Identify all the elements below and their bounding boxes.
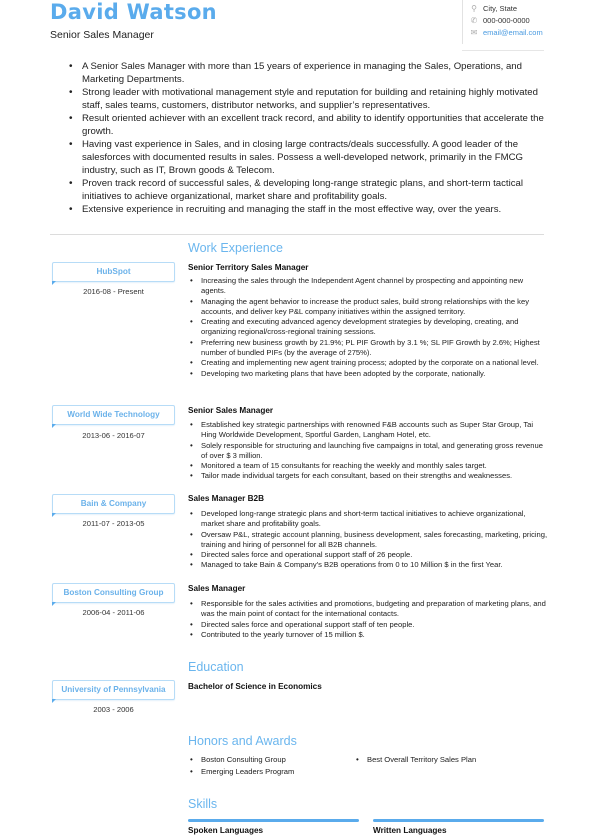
contact-email[interactable]: ✉ email@email.com	[469, 28, 543, 37]
honors-heading: Honors and Awards	[188, 734, 297, 748]
phone-icon: ✆	[470, 16, 478, 25]
header-divider	[462, 50, 544, 51]
awards-list-right: Best Overall Territory Sales Plan	[354, 754, 476, 766]
summary-list: A Senior Sales Manager with more than 15…	[66, 60, 546, 216]
summary-item: Strong leader with motivational manageme…	[66, 86, 546, 112]
job-bullet: Preferring new business growth by 21.9%;…	[188, 338, 548, 359]
job-bullets: Developed long-range strategic plans and…	[188, 509, 548, 571]
job-dates: 2013-06 - 2016-07	[82, 431, 145, 440]
job-bullet: Oversaw P&L, strategic account planning,…	[188, 530, 548, 551]
contact-block: ⚲ City, State ✆ 000-000-0000 ✉ email@ema…	[462, 0, 594, 44]
phone-text: 000-000-0000	[483, 16, 530, 25]
award-item: Best Overall Territory Sales Plan	[354, 754, 476, 766]
company-badge: World Wide Technology	[52, 405, 175, 428]
job-bullets: Responsible for the sales activities and…	[188, 599, 548, 640]
job-bullet: Contributed to the yearly turnover of 15…	[188, 630, 548, 641]
contact-phone: ✆ 000-000-0000	[469, 16, 530, 25]
job-bullet: Tailor made individual targets for each …	[188, 471, 548, 482]
job-bullet: Increasing the sales through the Indepen…	[188, 276, 548, 297]
education-dates: 2003 - 2006	[93, 705, 134, 714]
summary-item: Having vast experience in Sales, and in …	[66, 138, 546, 177]
summary-item: A Senior Sales Manager with more than 15…	[66, 60, 546, 86]
job-bullet: Managing the agent behavior to increase …	[188, 297, 548, 318]
job-bullet: Directed sales force and operational sup…	[188, 620, 548, 631]
award-item: Boston Consulting Group	[188, 754, 294, 766]
skill-group-spoken: Spoken Languages	[188, 826, 264, 835]
job-dates: 2016-08 - Present	[83, 287, 144, 296]
company-badge: HubSpot	[52, 262, 175, 285]
skill-bar-spoken	[188, 819, 359, 822]
job-bullets: Increasing the sales through the Indepen…	[188, 276, 548, 379]
job-role: Sales Manager B2B	[188, 494, 264, 503]
award-item: Emerging Leaders Program	[188, 766, 294, 778]
job-role: Sales Manager	[188, 584, 246, 593]
job-bullet: Directed sales force and operational sup…	[188, 550, 548, 561]
skill-bar-written	[373, 819, 544, 822]
job-bullet: Solely responsible for structuring and l…	[188, 441, 548, 462]
job-bullet: Developing two marketing plans that have…	[188, 369, 548, 380]
summary-item: Extensive experience in recruiting and m…	[66, 203, 546, 216]
skill-group-written: Written Languages	[373, 826, 447, 835]
contact-location: ⚲ City, State	[469, 4, 517, 13]
job-role: Senior Sales Manager	[188, 406, 274, 415]
degree: Bachelor of Science in Economics	[188, 682, 322, 691]
summary-item: Proven track record of successful sales,…	[66, 177, 546, 203]
skills-heading: Skills	[188, 797, 218, 811]
job-bullet: Responsible for the sales activities and…	[188, 599, 548, 620]
job-bullet: Established key strategic partnerships w…	[188, 420, 548, 441]
job-bullet: Managed to take Bain & Company's B2B ope…	[188, 560, 548, 571]
candidate-title: Senior Sales Manager	[50, 29, 154, 41]
job-role: Senior Territory Sales Manager	[188, 263, 309, 272]
job-bullets: Established key strategic partnerships w…	[188, 420, 548, 482]
job-bullet: Monitored a team of 15 consultants for r…	[188, 461, 548, 472]
work-experience-heading: Work Experience	[188, 241, 283, 255]
location-text: City, State	[483, 4, 518, 13]
education-heading: Education	[188, 660, 244, 674]
job-dates: 2006-04 - 2011-06	[82, 608, 145, 617]
envelope-icon: ✉	[470, 28, 478, 37]
company-badge: Bain & Company	[52, 494, 175, 517]
job-bullet: Creating and executing advanced agency d…	[188, 317, 548, 338]
job-bullet: Creating and implementing new agent trai…	[188, 358, 548, 369]
map-pin-icon: ⚲	[471, 4, 477, 13]
email-link[interactable]: email@email.com	[483, 28, 543, 37]
job-dates: 2011-07 - 2013-05	[82, 519, 145, 528]
company-badge: Boston Consulting Group	[52, 583, 175, 606]
candidate-name: David Watson	[50, 0, 217, 24]
job-bullet: Developed long-range strategic plans and…	[188, 509, 548, 530]
section-divider	[50, 234, 544, 235]
school-badge: University of Pennsylvania	[52, 680, 175, 703]
awards-list-left: Boston Consulting Group Emerging Leaders…	[188, 754, 294, 777]
summary-item: Result oriented achiever with an excelle…	[66, 112, 546, 138]
